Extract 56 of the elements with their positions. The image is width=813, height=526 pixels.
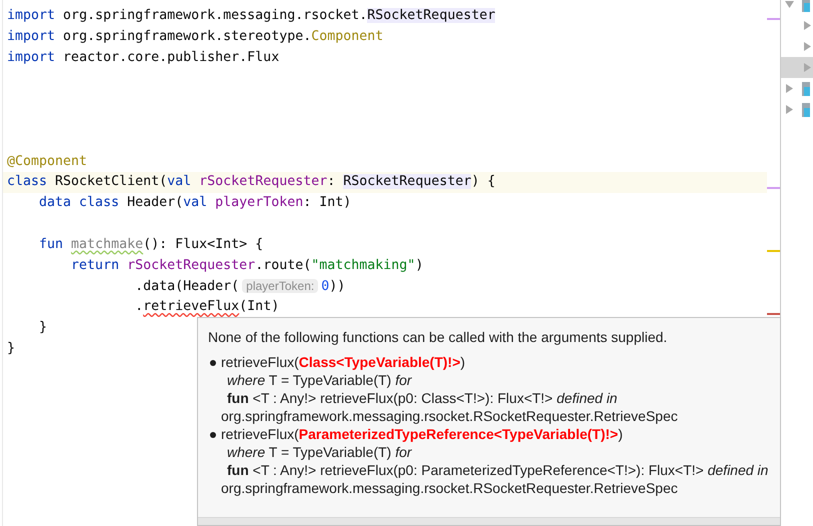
- collapsed-arrow-icon[interactable]: [785, 105, 794, 114]
- module-icon: [800, 82, 810, 96]
- collapsed-arrow-icon[interactable]: [803, 42, 812, 51]
- collapsed-arrow-icon[interactable]: [803, 63, 812, 72]
- code-token: import: [7, 8, 56, 23]
- code-token: Component: [311, 28, 384, 44]
- code-token: )): [329, 279, 346, 294]
- inlay-hint: playerToken:: [242, 279, 318, 294]
- code-token: val: [183, 195, 208, 210]
- code-token: .: [134, 299, 144, 314]
- code-token: }: [38, 320, 48, 335]
- code-token: "matchmaking": [311, 258, 416, 273]
- candidate-call: retrieveFlux(Class<TypeVariable(T)!>): [221, 353, 466, 371]
- code-token: retrieveFlux: [143, 299, 240, 314]
- code-token: (Int): [239, 299, 280, 314]
- code-token: RSocketRequester: [367, 8, 496, 23]
- module-icon: [800, 102, 810, 116]
- function-signature: fun <T : Any!> retrieveFlux(p0: ParameterizedTypeReference<T!>): Flux<T!> defined in org.springframework.messaging.rsocket.RSocketRequester.RetrieveSpec: [221, 461, 770, 497]
- error-message: None of the following functions can be called with the arguments supplied.: [208, 328, 668, 346]
- code-token: import: [7, 50, 56, 65]
- collapsed-arrow-icon[interactable]: [803, 21, 812, 30]
- code-token: return: [70, 258, 120, 273]
- code-token: import: [7, 28, 56, 44]
- type-constraint: where T = TypeVariable(T) for: [226, 371, 413, 389]
- code-token: .data(Header(: [134, 279, 240, 294]
- collapsed-arrow-icon[interactable]: [785, 84, 794, 93]
- code-token: reactor.core.publisher.Flux: [62, 50, 280, 65]
- module-icon: [800, 0, 810, 12]
- code-token: rSocketRequester: [127, 258, 256, 273]
- code-token: @Component: [7, 154, 88, 169]
- code-token: class: [7, 174, 48, 190]
- code-token: (): Flux<Int> {: [143, 236, 264, 252]
- code-token: playerToken: [214, 195, 304, 210]
- code-token: .route(: [255, 258, 312, 273]
- code-token: RSocketClient(: [54, 174, 168, 190]
- code-token: ): [415, 258, 424, 273]
- code-token: :: [327, 174, 336, 190]
- candidate-call: retrieveFlux(ParameterizedTypeReference<TypeVariable(T)!>): [221, 425, 624, 443]
- code-token: rSocketRequester: [198, 174, 328, 190]
- code-token: RSocketRequester: [343, 174, 472, 190]
- expanded-arrow-icon[interactable]: [785, 0, 794, 9]
- code-token: data class: [38, 195, 120, 210]
- code-token: fun: [38, 236, 64, 252]
- code-token: : Int): [303, 195, 352, 210]
- code-token: org.springframework.stereotype.: [62, 28, 312, 44]
- code-token: matchmake: [71, 236, 144, 252]
- code-token: ) {: [471, 174, 496, 190]
- code-token: }: [7, 340, 16, 356]
- bullet-icon: [210, 432, 216, 438]
- bullet-icon: [210, 360, 216, 366]
- type-constraint: where T = TypeVariable(T) for: [226, 443, 413, 461]
- code-token: Header(: [126, 195, 184, 210]
- code-token: 0: [321, 279, 330, 294]
- code-token: val: [167, 174, 192, 190]
- tree-row[interactable]: [781, 57, 813, 78]
- code-token: org.springframework.messaging.rsocket.: [62, 8, 368, 23]
